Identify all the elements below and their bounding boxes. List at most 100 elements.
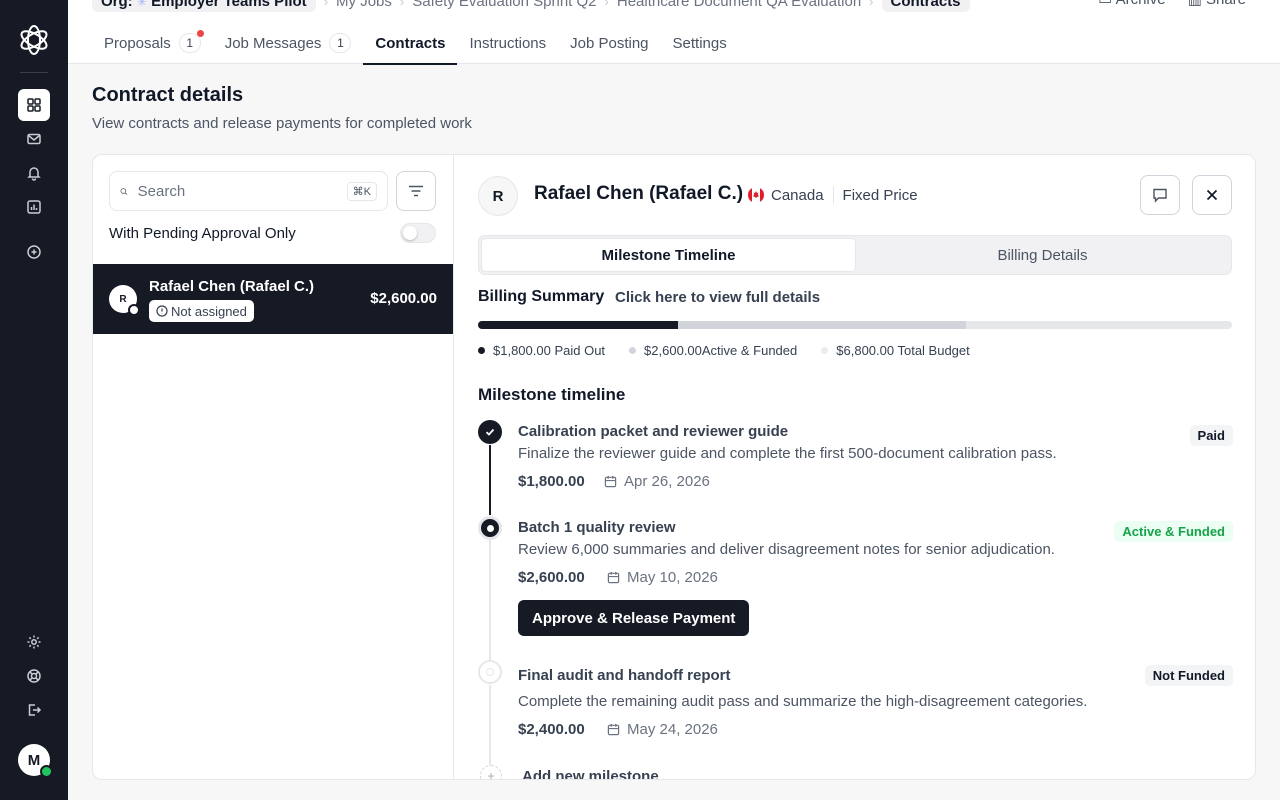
proposals-count-badge: 1 [178, 30, 204, 53]
gear-icon [27, 635, 41, 649]
tab-settings[interactable]: Settings [661, 22, 739, 64]
breadcrumb-project[interactable]: Safety Evaluation Sprint Q2 [412, 0, 596, 10]
sidebar-item-notifications[interactable] [18, 157, 50, 189]
shortcut-hint: ⌘K [346, 181, 377, 201]
contract-detail-panel: R Rafael Chen (Rafael C.) Canada Fixed P… [454, 155, 1255, 779]
lifebuoy-icon [27, 669, 41, 683]
unread-dot [196, 30, 204, 37]
milestone-status-badge: Not Funded [1144, 665, 1233, 686]
active-indicator [486, 524, 494, 532]
breadcrumb-my-jobs[interactable]: My Jobs [336, 0, 392, 10]
sidebar-item-settings[interactable] [18, 626, 50, 658]
milestone-description: Finalize the reviewer guide and complete… [518, 445, 1057, 462]
share-icon: ▥ [1188, 0, 1202, 8]
tab-instructions[interactable]: Instructions [457, 22, 558, 64]
info-icon [156, 305, 168, 317]
tab-proposals[interactable]: Proposals 1 [92, 22, 213, 64]
billing-summary-title: Billing Summary [478, 288, 605, 305]
milestone-title: Calibration packet and reviewer guide [518, 423, 789, 440]
plus-circle-icon [27, 245, 41, 259]
legend-budget: $6,800.00 Total Budget [821, 343, 970, 358]
page-subtitle: View contracts and release payments for … [92, 115, 472, 132]
milestone-due-date: May 24, 2026 [607, 721, 718, 738]
meta-divider [832, 186, 834, 204]
milestone-title: Final audit and handoff report [518, 667, 731, 684]
tab-bar: Proposals 1 Job Messages 1 Contracts Ins… [92, 22, 739, 65]
calendar-icon [607, 571, 620, 584]
close-button[interactable] [1192, 175, 1232, 215]
sidebar-item-reports[interactable] [18, 191, 50, 223]
contractor-meta: Canada Fixed Price [748, 186, 918, 204]
chevron-right-icon: › [323, 0, 329, 9]
milestone-status-dot [478, 420, 502, 444]
view-full-details-link[interactable]: Click here to view full details [615, 289, 820, 306]
share-button[interactable]: ▥ Share [1188, 0, 1246, 8]
sidebar-item-logout[interactable] [18, 694, 50, 726]
tab-contracts[interactable]: Contracts [363, 22, 458, 65]
sidebar-divider [20, 72, 48, 73]
chat-icon [1153, 188, 1167, 203]
online-status-dot [40, 765, 53, 778]
calendar-icon [607, 723, 620, 736]
filter-button[interactable] [396, 171, 436, 211]
search-input[interactable] [137, 182, 337, 200]
breadcrumb-org[interactable]: Org: ✳ Employer Teams Pilot [92, 0, 316, 12]
archive-button[interactable]: ▭ Archive [1098, 0, 1166, 8]
bell-icon [27, 167, 41, 181]
org-logo-icon: ✳ [136, 0, 147, 9]
messages-count-badge: 1 [329, 33, 352, 53]
logout-icon [28, 704, 42, 716]
contract-amount: $2,600.00 [370, 290, 437, 307]
milestone-due-date: May 10, 2026 [607, 569, 718, 586]
tab-milestone-timeline[interactable]: Milestone Timeline [481, 238, 856, 272]
sidebar-item-help[interactable] [18, 660, 50, 692]
sidebar-item-add[interactable] [18, 236, 50, 268]
contract-list-item[interactable]: R Rafael Chen (Rafael C.) Not assigned $… [93, 264, 453, 334]
pending-indicator [486, 668, 494, 676]
add-milestone-icon[interactable]: + [480, 765, 502, 779]
pending-approval-toggle[interactable] [400, 223, 436, 243]
sidebar: M [0, 0, 68, 800]
milestone-description: Complete the remaining audit pass and su… [518, 693, 1088, 710]
check-icon [485, 428, 495, 436]
breadcrumb-job[interactable]: Healthcare Document QA Evaluation [617, 0, 861, 10]
milestone-status-dot [478, 660, 502, 684]
legend-paid: $1,800.00 Paid Out [478, 343, 605, 358]
breadcrumb-current: Contracts [881, 0, 970, 12]
contractor-name: Rafael Chen (Rafael C.) [534, 183, 744, 204]
approve-release-payment-button[interactable]: Approve & Release Payment [518, 600, 750, 636]
sidebar-item-dashboard[interactable] [18, 89, 50, 121]
search-box: ⌘K [109, 171, 388, 211]
contractor-avatar: R [478, 176, 518, 216]
milestone-status-badge: Paid [1189, 425, 1233, 446]
tab-job-posting[interactable]: Job Posting [558, 22, 660, 64]
sidebar-item-messages[interactable] [18, 123, 50, 155]
message-button[interactable] [1140, 175, 1180, 215]
breadcrumb: Org: ✳ Employer Teams Pilot › My Jobs › … [92, 0, 970, 12]
detail-view-switcher: Milestone Timeline Billing Details [478, 235, 1232, 275]
legend-active: $2,600.00Active & Funded [629, 343, 797, 358]
assignment-status-badge: Not assigned [149, 300, 254, 322]
filter-icon [409, 185, 423, 197]
pending-filter-label: With Pending Approval Only [109, 225, 296, 242]
logo-icon[interactable] [17, 23, 51, 57]
milestone-amount: $2,600.00 [518, 569, 585, 586]
tab-job-messages[interactable]: Job Messages 1 [213, 22, 364, 64]
avatar-status-dot [128, 304, 140, 316]
tab-billing-details[interactable]: Billing Details [856, 238, 1229, 272]
billing-legend: $1,800.00 Paid Out $2,600.00Active & Fun… [478, 343, 970, 358]
canada-flag-icon [748, 187, 764, 203]
chart-icon [27, 200, 41, 214]
calendar-icon [604, 475, 617, 488]
top-bar: Org: ✳ Employer Teams Pilot › My Jobs › … [68, 0, 1280, 65]
milestone-amount: $1,800.00 [518, 473, 585, 490]
milestone-description: Review 6,000 summaries and deliver disag… [518, 541, 1055, 558]
contract-list-panel: ⌘K With Pending Approval Only R Rafael C… [93, 155, 454, 779]
page-title: Contract details [92, 84, 244, 106]
contractor-name: Rafael Chen (Rafael C.) [149, 278, 315, 295]
timeline-connector [489, 445, 491, 515]
milestone-amount: $2,400.00 [518, 721, 585, 738]
chevron-right-icon: › [399, 0, 405, 9]
contracts-card: ⌘K With Pending Approval Only R Rafael C… [92, 154, 1256, 780]
add-milestone-button[interactable]: Add new milestone [522, 768, 659, 779]
